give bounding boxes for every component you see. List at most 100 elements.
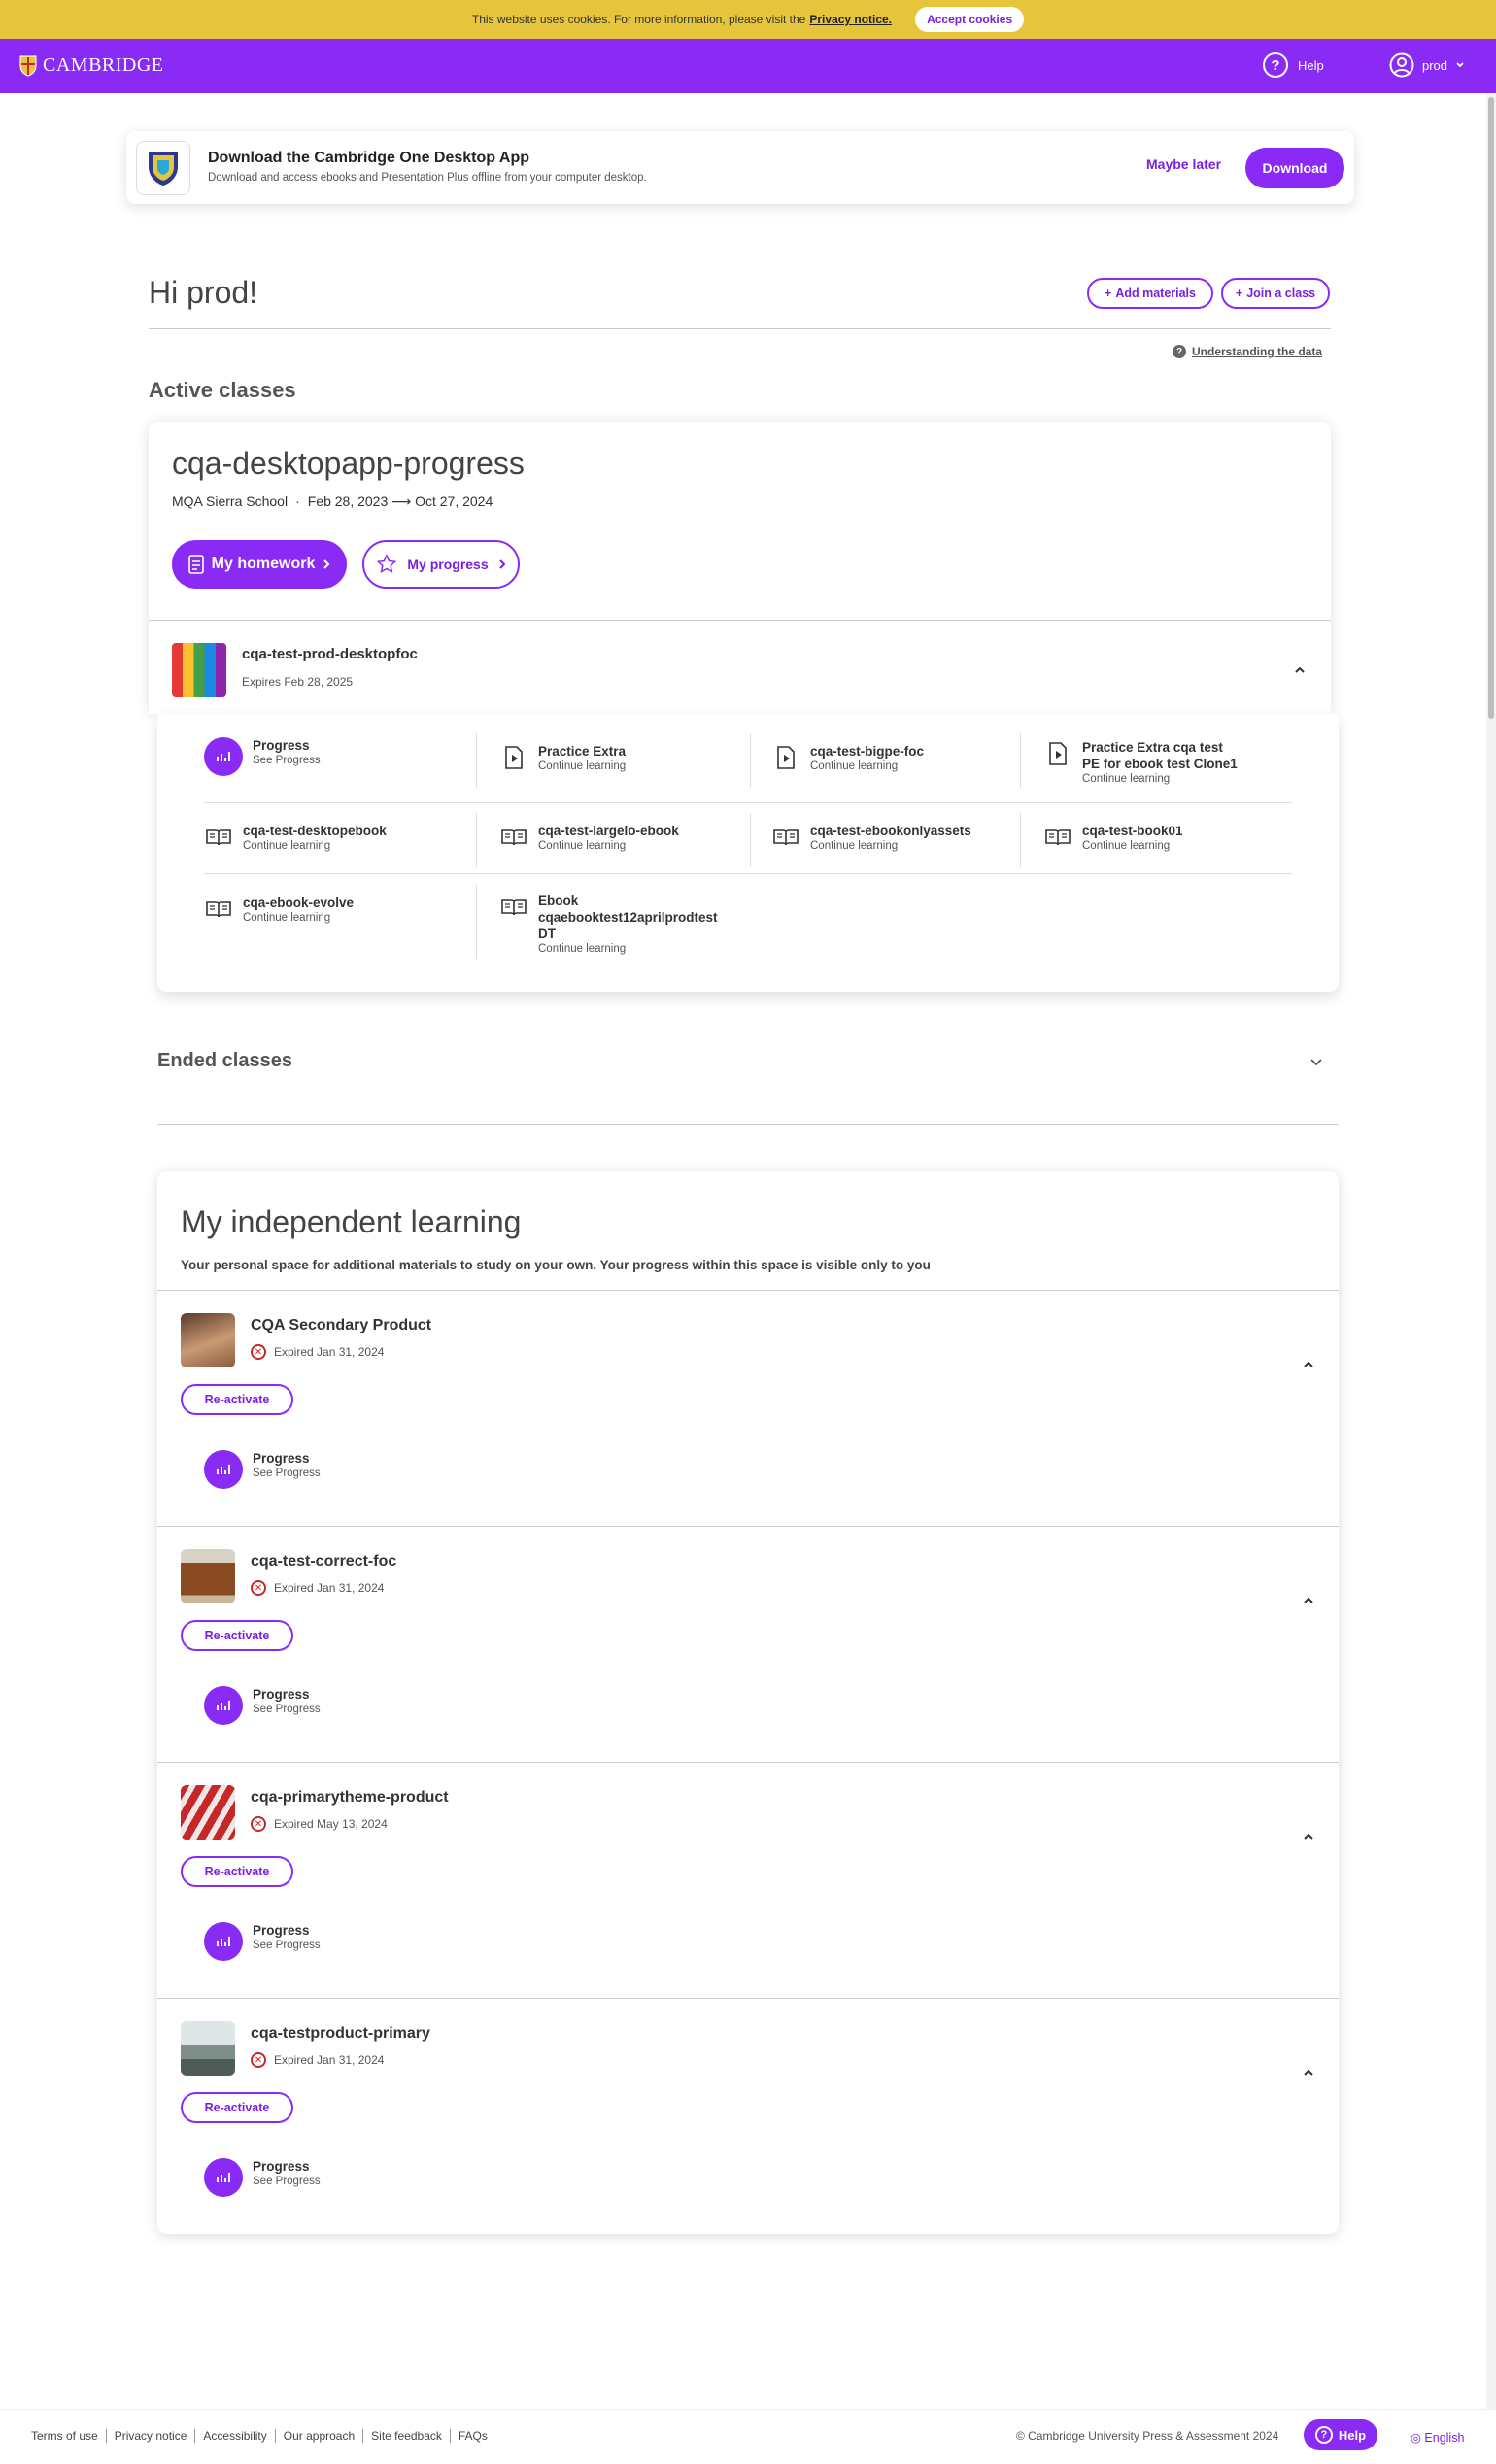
progress-icon bbox=[204, 1922, 243, 1961]
cookie-text: This website uses cookies. For more info… bbox=[471, 13, 806, 26]
reactivate-button[interactable]: Re-activate bbox=[181, 1856, 293, 1887]
independent-product: cqa-test-correct-foc ✕ Expired Jan 31, 20… bbox=[157, 1526, 1339, 1762]
product-thumbnail bbox=[181, 1549, 235, 1603]
chevron-up-icon[interactable] bbox=[1302, 1358, 1315, 1371]
help-icon: ? bbox=[1314, 2426, 1333, 2444]
product-thumbnail bbox=[181, 1313, 235, 1367]
ebook-icon bbox=[204, 823, 233, 852]
independent-learning-card: My independent learning Your personal sp… bbox=[157, 1171, 1339, 2234]
user-menu[interactable]: prod bbox=[1389, 52, 1465, 78]
brand-name: CAMBRIDGE bbox=[43, 54, 164, 76]
divider bbox=[149, 620, 1331, 621]
user-icon bbox=[1389, 52, 1414, 78]
help-label: Help bbox=[1298, 57, 1324, 73]
product-expiry: ✕ Expired Jan 31, 2024 bbox=[251, 1344, 384, 1360]
expired-icon: ✕ bbox=[251, 1816, 266, 1832]
cambridge-logo[interactable]: CAMBRIDGE bbox=[19, 54, 164, 77]
resource-practice-extra[interactable]: Practice Extra Continue learning bbox=[499, 743, 626, 774]
help-icon: ? bbox=[1263, 52, 1288, 78]
footer-link-feedback[interactable]: Site feedback bbox=[362, 2429, 450, 2443]
chevron-right-icon bbox=[498, 559, 506, 569]
resource-ebook-evolve[interactable]: cqa-ebook-evolve Continue learning bbox=[204, 894, 354, 926]
class-name: cqa-desktopapp-progress bbox=[172, 446, 525, 481]
top-header: CAMBRIDGE ? Help prod bbox=[0, 39, 1496, 93]
product-title: CQA Secondary Product bbox=[251, 1317, 432, 1333]
independent-product: CQA Secondary Product ✕ Expired Jan 31, 2… bbox=[157, 1290, 1339, 1526]
privacy-notice-link[interactable]: Privacy notice. bbox=[809, 13, 892, 26]
resource-ebookonlyassets[interactable]: cqa-test-ebookonlyassets Continue learnin… bbox=[771, 823, 971, 854]
resource-practice-extra-clone[interactable]: Practice Extra cqa test PE for ebook tes… bbox=[1043, 739, 1238, 787]
footer-links: Terms of use Privacy notice Accessibilit… bbox=[31, 2429, 495, 2443]
reactivate-button[interactable]: Re-activate bbox=[181, 1620, 293, 1651]
divider bbox=[149, 328, 1331, 329]
resource-ebook-cqaebooktest[interactable]: Ebook cqaebooktest12aprilprodtest DT Cont… bbox=[499, 893, 723, 957]
add-materials-button[interactable]: + Add materials bbox=[1087, 278, 1213, 309]
understanding-data-link[interactable]: ? Understanding the data bbox=[1173, 345, 1322, 358]
chevron-up-icon[interactable] bbox=[1302, 2066, 1315, 2079]
resource-bigpe[interactable]: cqa-test-bigpe-foc Continue learning bbox=[771, 743, 924, 774]
expired-icon: ✕ bbox=[251, 2052, 266, 2068]
header-help[interactable]: ? Help bbox=[1263, 52, 1324, 78]
resource-book01[interactable]: cqa-test-book01 Continue learning bbox=[1043, 823, 1183, 854]
copyright: © Cambridge University Press & Assessmen… bbox=[1016, 2429, 1279, 2443]
reactivate-button[interactable]: Re-activate bbox=[181, 1384, 293, 1415]
ebook-icon bbox=[204, 894, 233, 924]
progress-link[interactable]: Progress See Progress bbox=[204, 1450, 321, 1489]
ended-classes-heading: Ended classes bbox=[157, 1050, 292, 1071]
progress-icon bbox=[204, 2158, 243, 2197]
class-card: cqa-desktopapp-progress MQA Sierra Schoo… bbox=[149, 422, 1331, 714]
independent-product: cqa-primarytheme-product ✕ Expired May 13… bbox=[157, 1762, 1339, 1998]
join-class-button[interactable]: + Join a class bbox=[1221, 278, 1330, 309]
class-dates: Feb 28, 2023 ⟶ Oct 27, 2024 bbox=[307, 493, 493, 509]
footer-link-privacy[interactable]: Privacy notice bbox=[105, 2429, 195, 2443]
footer: Terms of use Privacy notice Accessibilit… bbox=[0, 2409, 1496, 2464]
footer-link-terms[interactable]: Terms of use bbox=[31, 2429, 106, 2443]
product-title: cqa-test-prod-desktopfoc bbox=[242, 646, 418, 662]
product-thumbnail bbox=[181, 2021, 235, 2076]
expired-icon: ✕ bbox=[251, 1580, 266, 1596]
language-selector[interactable]: ◎ English bbox=[1411, 2430, 1464, 2445]
homework-icon bbox=[187, 555, 204, 574]
scrollbar-thumb[interactable] bbox=[1488, 97, 1494, 719]
plus-icon: + bbox=[1235, 287, 1243, 300]
chevron-up-icon[interactable] bbox=[1302, 1830, 1315, 1843]
footer-link-accessibility[interactable]: Accessibility bbox=[194, 2429, 274, 2443]
resource-largelo-ebook[interactable]: cqa-test-largelo-ebook Continue learning bbox=[499, 823, 679, 854]
cookie-banner: This website uses cookies. For more info… bbox=[0, 0, 1496, 39]
my-progress-button[interactable]: My progress bbox=[362, 540, 520, 589]
product-thumbnail bbox=[172, 643, 226, 697]
reactivate-button[interactable]: Re-activate bbox=[181, 2092, 293, 2123]
my-homework-button[interactable]: My homework bbox=[172, 540, 347, 589]
question-icon: ? bbox=[1173, 345, 1186, 358]
user-name: prod bbox=[1422, 57, 1448, 73]
chevron-up-icon[interactable] bbox=[1293, 663, 1307, 677]
independent-title: My independent learning bbox=[181, 1204, 522, 1239]
maybe-later-link[interactable]: Maybe later bbox=[1146, 156, 1221, 172]
chevron-up-icon[interactable] bbox=[1302, 1594, 1315, 1607]
resource-desktopebook[interactable]: cqa-test-desktopebook Continue learning bbox=[204, 823, 387, 854]
footer-help-button[interactable]: ? Help bbox=[1304, 2419, 1377, 2450]
resource-progress[interactable]: Progress See Progress bbox=[204, 737, 321, 776]
download-button[interactable]: Download bbox=[1245, 148, 1344, 188]
chevron-down-icon[interactable] bbox=[1309, 1055, 1323, 1068]
chevron-down-icon bbox=[1456, 62, 1464, 68]
product-expiry: ✕ Expired Jan 31, 2024 bbox=[251, 1580, 384, 1596]
footer-link-faqs[interactable]: FAQs bbox=[449, 2429, 495, 2443]
class-resources-panel: Progress See Progress Practice Extra Conti… bbox=[157, 714, 1339, 992]
product-title: cqa-primarytheme-product bbox=[251, 1789, 449, 1806]
practice-icon bbox=[1043, 739, 1072, 768]
progress-icon bbox=[204, 737, 243, 776]
banner-subtitle: Download and access ebooks and Presentat… bbox=[208, 172, 647, 184]
progress-link[interactable]: Progress See Progress bbox=[204, 2158, 321, 2197]
school-name: MQA Sierra School bbox=[172, 493, 289, 509]
progress-link[interactable]: Progress See Progress bbox=[204, 1922, 321, 1961]
active-classes-heading: Active classes bbox=[149, 378, 296, 402]
expired-icon: ✕ bbox=[251, 1344, 266, 1360]
footer-link-approach[interactable]: Our approach bbox=[274, 2429, 362, 2443]
progress-link[interactable]: Progress See Progress bbox=[204, 1686, 321, 1725]
star-icon bbox=[377, 554, 397, 573]
accept-cookies-button[interactable]: Accept cookies bbox=[915, 7, 1025, 32]
practice-icon bbox=[499, 743, 528, 772]
progress-icon bbox=[204, 1686, 243, 1725]
greeting: Hi prod! bbox=[149, 275, 258, 310]
